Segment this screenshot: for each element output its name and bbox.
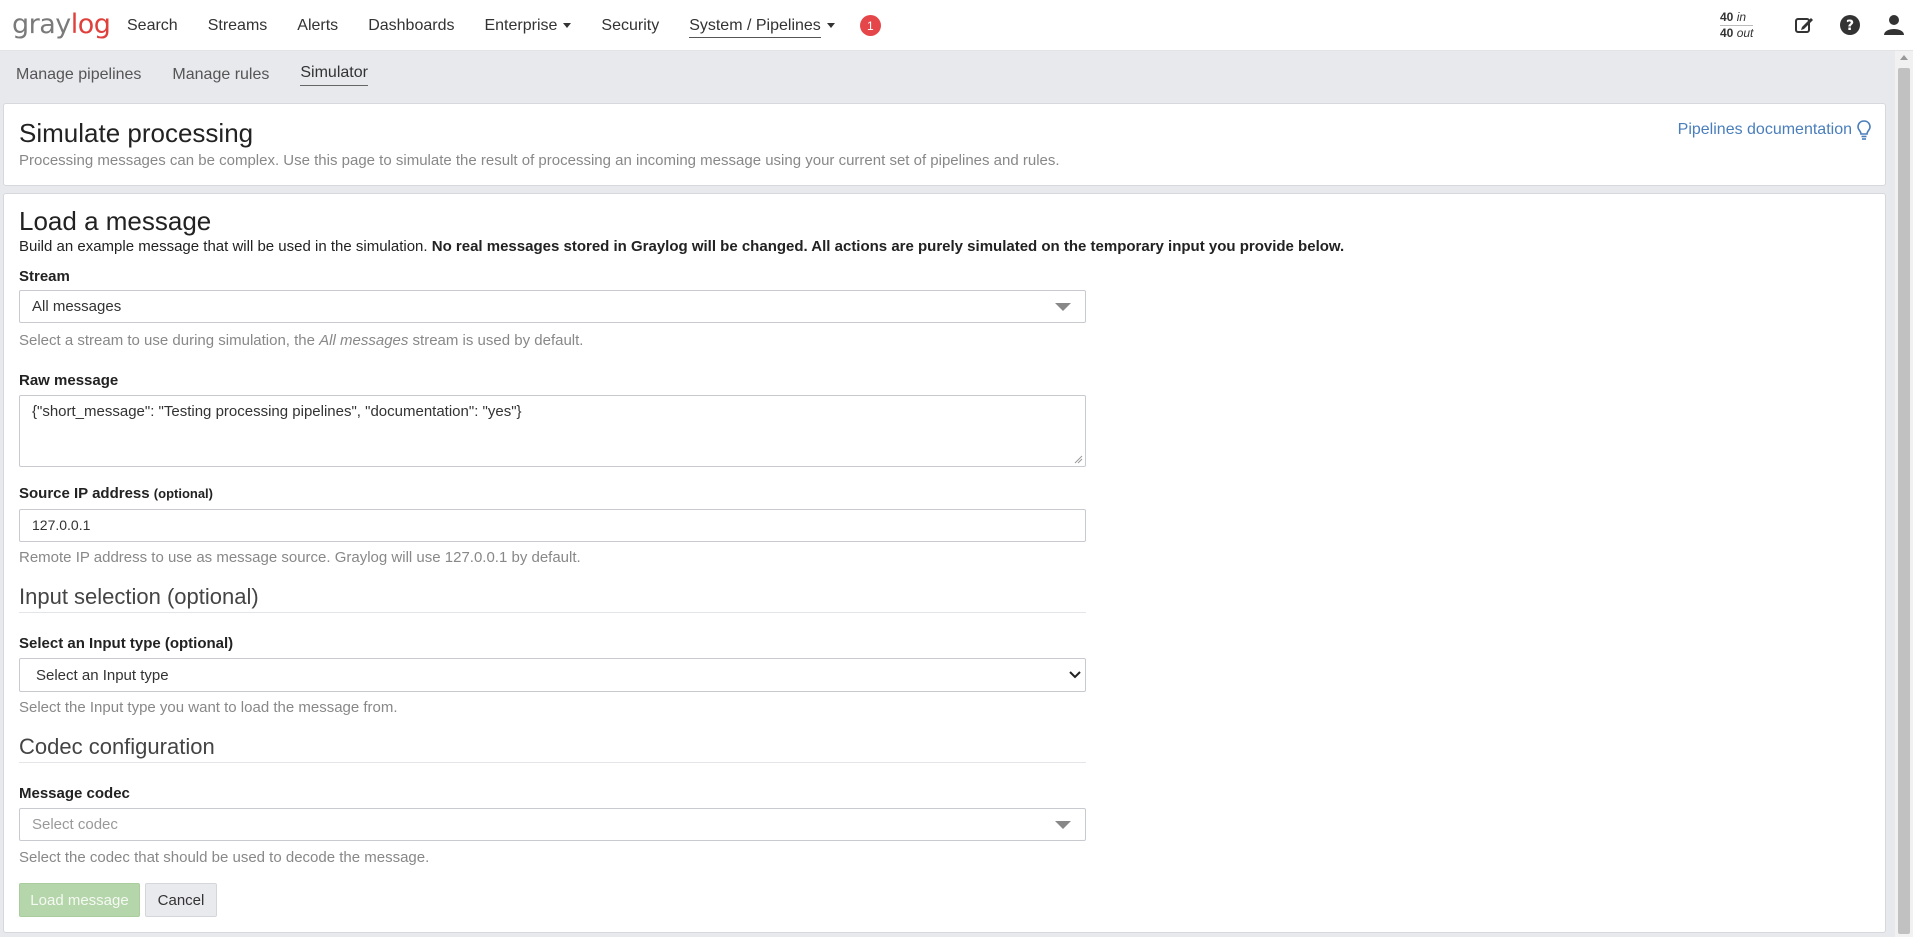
caret-down-icon — [563, 23, 572, 29]
throughput-out-value: 40 — [1720, 26, 1734, 40]
nav-dashboards[interactable]: Dashboards — [368, 0, 454, 51]
top-navbar: graylog Search Streams Alerts Dashboards… — [0, 0, 1913, 51]
throughput-out-unit: out — [1736, 26, 1754, 40]
throughput-indicator[interactable]: 40 in 40 out — [1720, 10, 1754, 40]
message-codec-select[interactable]: Select codec — [19, 808, 1086, 841]
help-icon[interactable]: ? — [1838, 13, 1862, 37]
source-ip-label: Source IP address (optional) — [19, 485, 214, 502]
page-description: Processing messages can be complex. Use … — [19, 152, 1060, 169]
load-message-intro: Build an example message that will be us… — [19, 238, 1345, 255]
divider — [19, 612, 1086, 613]
subnav-simulator[interactable]: Simulator — [300, 64, 368, 86]
chevron-down-icon — [1055, 303, 1071, 311]
source-ip-value: 127.0.0.1 — [32, 517, 91, 533]
input-type-help: Select the Input type you want to load t… — [19, 699, 398, 716]
subnav-manage-pipelines[interactable]: Manage pipelines — [16, 66, 141, 84]
graylog-logo[interactable]: graylog — [12, 9, 111, 40]
divider — [19, 762, 1086, 763]
logo-text-log: log — [70, 9, 111, 40]
raw-message-textarea[interactable]: {"short_message": "Testing processing pi… — [19, 395, 1086, 467]
nav-system-dropdown[interactable]: System / Pipelines — [689, 0, 835, 51]
resize-handle-icon[interactable] — [1074, 455, 1083, 464]
input-selection-heading: Input selection (optional) — [19, 584, 259, 609]
raw-message-value: {"short_message": "Testing processing pi… — [32, 403, 522, 420]
nav-streams[interactable]: Streams — [208, 0, 268, 51]
codec-config-heading: Codec configuration — [19, 734, 215, 759]
throughput-in-value: 40 — [1720, 10, 1734, 24]
source-ip-input[interactable]: 127.0.0.1 — [19, 509, 1086, 542]
main-nav: Search Streams Alerts Dashboards Enterpr… — [112, 0, 881, 51]
source-ip-help: Remote IP address to use as message sour… — [19, 549, 581, 566]
svg-text:?: ? — [1846, 18, 1854, 34]
page-title: Simulate processing — [19, 118, 254, 148]
message-codec-help: Select the codec that should be used to … — [19, 849, 430, 866]
stream-label: Stream — [19, 268, 70, 285]
scroll-up-arrow-icon[interactable] — [1900, 55, 1908, 60]
nav-enterprise-dropdown[interactable]: Enterprise — [484, 0, 572, 51]
raw-message-label: Raw message — [19, 372, 119, 389]
edit-icon[interactable] — [1792, 13, 1816, 37]
chevron-down-icon — [1055, 821, 1071, 829]
nav-search[interactable]: Search — [127, 0, 178, 51]
throughput-in-unit: in — [1736, 10, 1747, 24]
load-message-panel: Load a message Build an example message … — [3, 193, 1886, 933]
page-scrollbar[interactable] — [1895, 51, 1913, 937]
notification-badge[interactable]: 1 — [859, 15, 881, 36]
user-icon[interactable] — [1882, 13, 1906, 37]
load-message-title: Load a message — [19, 206, 212, 236]
chevron-down-icon — [1069, 671, 1081, 679]
load-message-button[interactable]: Load message — [19, 883, 140, 917]
caret-down-icon — [826, 23, 835, 29]
message-codec-label: Message codec — [19, 785, 130, 802]
cancel-button[interactable]: Cancel — [145, 883, 217, 917]
pipelines-subnav: Manage pipelines Manage rules Simulator — [0, 51, 1895, 99]
input-type-label: Select an Input type (optional) — [19, 635, 234, 652]
stream-select-value: All messages — [32, 298, 122, 315]
nav-alerts[interactable]: Alerts — [297, 0, 338, 51]
stream-help: Select a stream to use during simulation… — [19, 332, 584, 349]
message-codec-placeholder: Select codec — [32, 816, 118, 833]
input-type-select[interactable]: Select an Input type — [19, 658, 1086, 692]
nav-security[interactable]: Security — [601, 0, 659, 51]
header-panel: Simulate processing Processing messages … — [3, 103, 1886, 186]
subnav-manage-rules[interactable]: Manage rules — [172, 66, 269, 84]
stream-select[interactable]: All messages — [19, 290, 1086, 323]
pipelines-documentation-link[interactable]: Pipelines documentation — [1678, 120, 1871, 140]
scrollbar-thumb[interactable] — [1898, 68, 1910, 934]
lightbulb-icon — [1857, 120, 1871, 140]
input-type-value: Select an Input type — [36, 667, 169, 684]
logo-text-gray: gray — [12, 9, 71, 40]
